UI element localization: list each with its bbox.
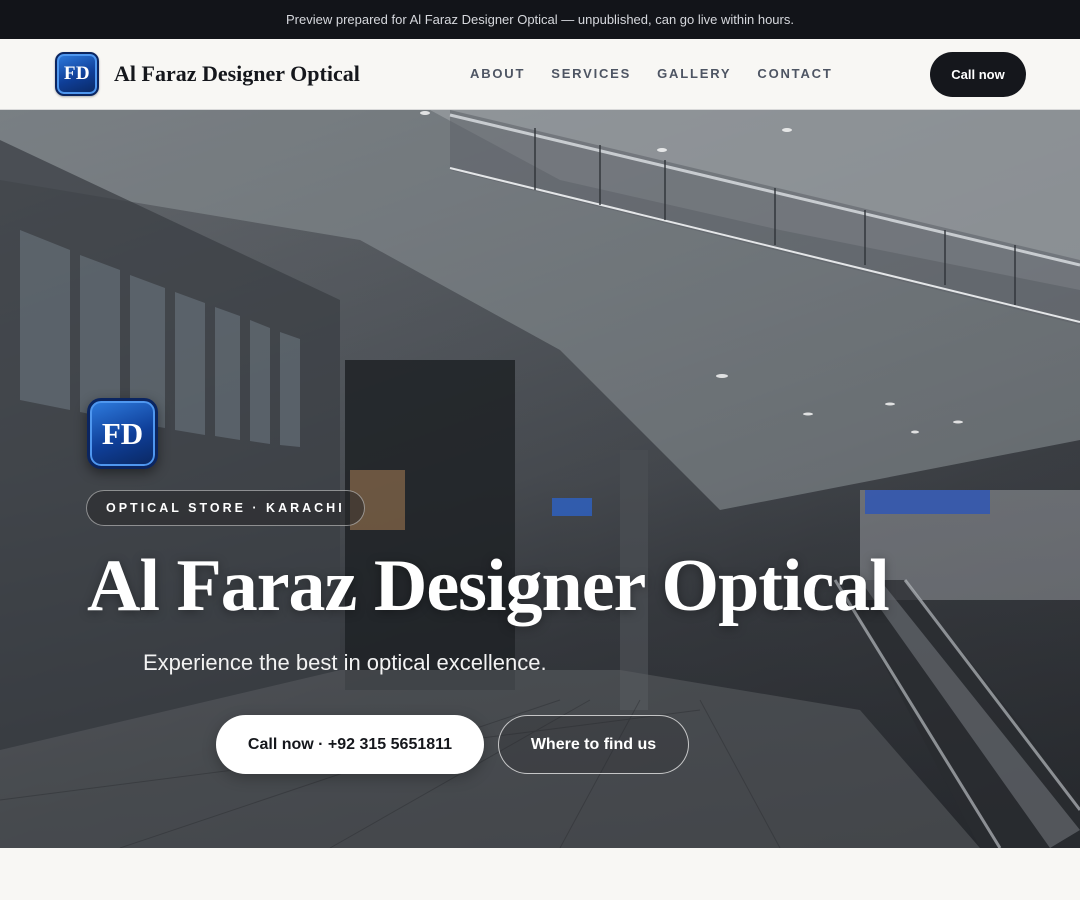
- location-badge: OPTICAL STORE · KARACHI: [86, 490, 365, 526]
- brand-logo-icon[interactable]: FD: [55, 52, 99, 96]
- brand-logo-text: FD: [63, 63, 91, 84]
- preview-banner: Preview prepared for Al Faraz Designer O…: [0, 0, 1080, 39]
- hero-tagline: Experience the best in optical excellenc…: [143, 650, 547, 675]
- hero-logo-text: FD: [101, 415, 144, 451]
- nav-link-about[interactable]: ABOUT: [470, 66, 525, 81]
- find-us-button[interactable]: Where to find us: [498, 715, 689, 774]
- hero-section: FD OPTICAL STORE · KARACHI Al Faraz Desi…: [0, 110, 1080, 848]
- main-nav: ABOUT SERVICES GALLERY CONTACT: [470, 66, 833, 81]
- header-call-button[interactable]: Call now: [930, 52, 1026, 97]
- hero-logo-icon: FD: [87, 398, 158, 469]
- preview-banner-text: Preview prepared for Al Faraz Designer O…: [286, 12, 794, 27]
- nav-link-contact[interactable]: CONTACT: [757, 66, 832, 81]
- nav-link-gallery[interactable]: GALLERY: [657, 66, 731, 81]
- hero-title: Al Faraz Designer Optical: [87, 545, 890, 627]
- brand-name[interactable]: Al Faraz Designer Optical: [114, 61, 360, 87]
- site-header: FD Al Faraz Designer Optical ABOUT SERVI…: [0, 39, 1080, 110]
- hero-call-button[interactable]: Call now · +92 315 5651811: [216, 715, 484, 774]
- nav-link-services[interactable]: SERVICES: [551, 66, 631, 81]
